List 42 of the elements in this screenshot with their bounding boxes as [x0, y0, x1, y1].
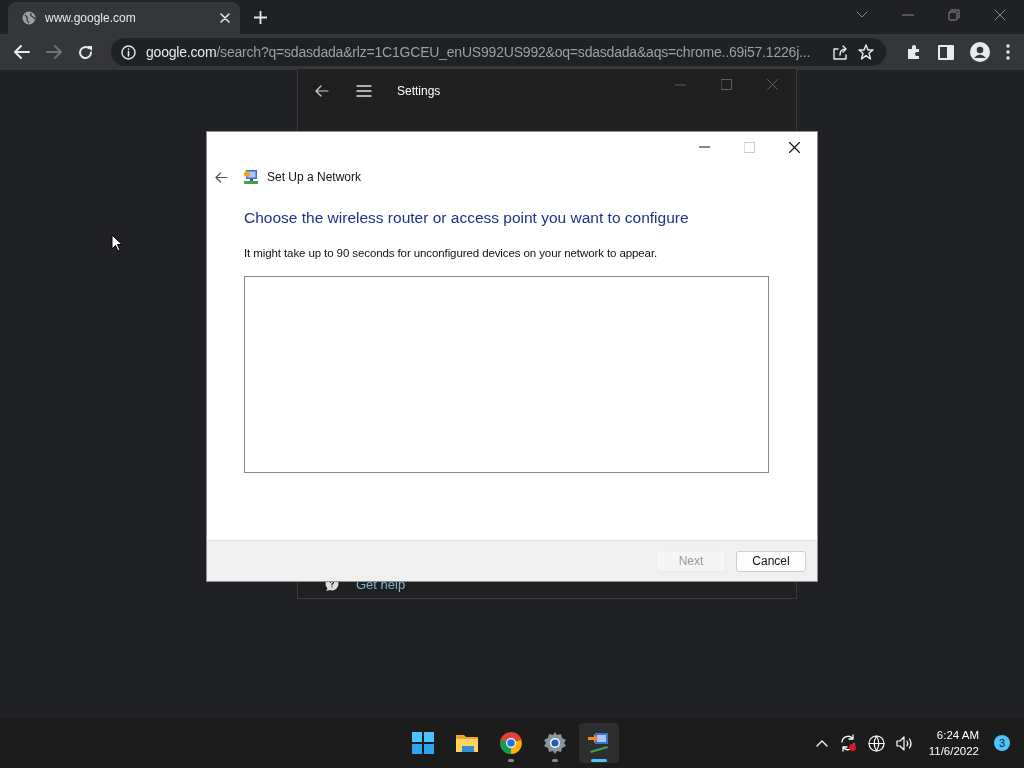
menu-icon[interactable]	[1006, 44, 1010, 60]
window-title: Settings	[397, 84, 441, 98]
taskbar-button[interactable]	[579, 723, 619, 763]
notification-badge[interactable]: 3	[994, 735, 1010, 751]
sync-icon[interactable]	[838, 734, 857, 752]
running-indicator	[508, 759, 514, 762]
star-icon[interactable]	[858, 44, 874, 60]
running-indicator	[591, 759, 607, 762]
caret-icon[interactable]	[856, 11, 868, 19]
running-indicator	[552, 759, 558, 762]
browser-icon[interactable]	[499, 731, 523, 755]
start-icon[interactable]	[411, 731, 435, 755]
back-icon[interactable]	[215, 171, 228, 183]
tab-title: www.google.com	[45, 11, 137, 25]
clock-date[interactable]: 11/6/2022	[928, 743, 979, 759]
browser-tab[interactable]: www.google.com	[8, 2, 240, 34]
description-text: It might take up to 90 seconds for unconfigured devices on your network to appear.	[244, 247, 659, 259]
network-icon	[243, 169, 259, 185]
network-icon[interactable]	[587, 731, 611, 755]
profile-icon[interactable]	[970, 42, 990, 62]
menu-icon[interactable]	[356, 85, 372, 97]
url-text: google.com/search?q=sdasdada&rlz=1C1GCEU_enUS992US992&oq=sdasdada&aqs=chrome..69i57.1226j...	[146, 44, 812, 60]
gear-icon[interactable]	[543, 731, 567, 755]
new-tab-icon[interactable]	[254, 11, 267, 24]
cancel-button[interactable]: Cancel	[736, 550, 806, 572]
dialog-heading: Choose the wireless router or access point you want to configure	[244, 209, 690, 227]
chevron-up-icon[interactable]	[815, 739, 828, 747]
puzzle-icon[interactable]	[906, 44, 922, 60]
info-icon[interactable]	[121, 44, 136, 60]
cursor-icon	[111, 234, 123, 252]
restore-icon[interactable]	[948, 9, 960, 21]
side-panel-icon[interactable]	[938, 44, 954, 60]
share-icon[interactable]	[832, 44, 848, 60]
address-bar[interactable]: google.com/search?q=sdasdada&rlz=1C1GCEU_enUS992US992&oq=sdasdada&aqs=chrome..69i57.1226j...	[111, 38, 886, 66]
reload-icon[interactable]	[78, 44, 93, 60]
close-icon[interactable]	[789, 141, 800, 153]
clock-time[interactable]: 6:24 AM	[936, 727, 979, 743]
maximize-icon[interactable]	[721, 79, 732, 90]
dialog-title: Set Up a Network	[267, 170, 362, 184]
speaker-icon[interactable]	[895, 735, 914, 751]
globe-icon	[22, 11, 36, 25]
globe-icon[interactable]	[867, 734, 885, 752]
